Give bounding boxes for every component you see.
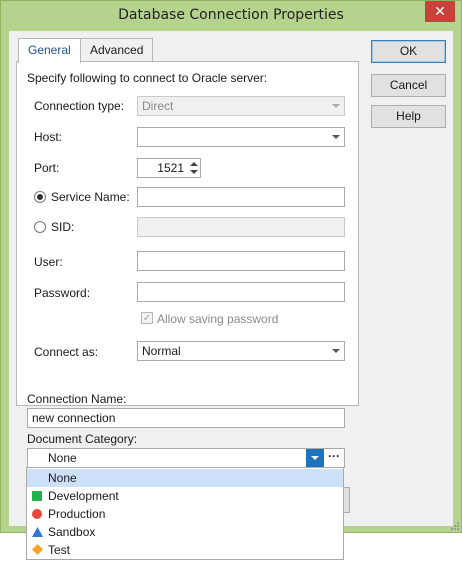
port-stepper[interactable]: 1521 [137,158,201,178]
user-label: User: [34,255,63,269]
host-combo[interactable] [137,127,345,147]
host-label: Host: [34,130,63,144]
ok-button[interactable]: OK [371,40,446,63]
service-name-radio[interactable] [34,191,46,203]
connection-name-input[interactable]: new connection [27,408,345,428]
spin-down-icon[interactable] [190,170,198,174]
dropdown-button[interactable] [306,449,324,467]
port-value: 1521 [157,161,184,175]
spin-up-icon[interactable] [190,162,198,166]
connection-type-value: Direct [142,99,174,113]
ellipsis-button[interactable]: ··· [324,449,344,467]
red-circle-icon [32,509,42,519]
dropdown-item-label: Sandbox [48,525,96,539]
chevron-down-icon[interactable] [332,135,340,139]
connection-name-value: new connection [32,411,116,425]
tab-advanced[interactable]: Advanced [80,38,154,62]
dropdown-item-label: Development [48,489,119,503]
general-tab-panel: Specify following to connect to Oracle s… [16,61,359,406]
help-button[interactable]: Help [371,105,446,128]
dropdown-item-development[interactable]: Development [27,487,343,505]
dropdown-item-label: None [48,471,77,485]
sid-radio[interactable] [34,221,46,233]
green-square-icon [32,491,42,501]
service-name-label: Service Name: [51,190,130,204]
dropdown-item-test[interactable]: Test [27,541,343,559]
orange-diamond-icon [32,544,43,555]
document-category-value: None [48,451,77,465]
connect-as-value: Normal [142,344,181,358]
close-button[interactable]: ✕ [425,1,455,22]
instruction-text: Specify following to connect to Oracle s… [27,71,268,85]
service-name-input[interactable] [137,187,345,207]
connect-as-label: Connect as: [34,345,99,359]
dropdown-item-label: Production [48,507,106,521]
allow-saving-password-label: Allow saving password [157,312,279,326]
tab-general-label: General [28,43,71,57]
chevron-down-icon [332,104,340,108]
dialog-window: Database Connection Properties ✕ General… [0,0,462,533]
dialog-client-area: General Advanced Specify following to co… [9,31,453,526]
title-bar[interactable]: Database Connection Properties ✕ [1,1,461,31]
dropdown-item-none[interactable]: None [27,469,343,487]
port-label: Port: [34,161,60,175]
tab-advanced-label: Advanced [90,43,144,57]
blue-triangle-icon [32,527,43,537]
window-title: Database Connection Properties [118,7,344,23]
user-input[interactable] [137,251,345,271]
document-category-dropdown: None Development Production Sandbox Test [26,467,344,560]
dropdown-item-label: Test [48,543,71,557]
chevron-down-icon[interactable] [332,349,340,353]
document-category-label: Document Category: [27,432,138,446]
document-category-combo[interactable]: None ··· [27,448,345,468]
sid-input [137,217,345,237]
dropdown-item-sandbox[interactable]: Sandbox [27,523,343,541]
connection-type-label: Connection type: [34,99,125,113]
close-icon: ✕ [434,3,446,19]
size-grip-icon[interactable] [449,520,459,530]
password-input[interactable] [137,282,345,302]
connection-type-combo: Direct [137,96,345,116]
dropdown-item-production[interactable]: Production [27,505,343,523]
sid-label: SID: [51,220,75,234]
connection-name-label: Connection Name: [27,392,127,406]
partially-hidden-button[interactable] [344,487,350,513]
allow-saving-password-checkbox: ✓ [141,312,153,324]
connect-as-combo[interactable]: Normal [137,341,345,361]
tab-general[interactable]: General [18,38,81,63]
password-label: Password: [34,286,91,300]
cancel-button[interactable]: Cancel [371,74,446,97]
